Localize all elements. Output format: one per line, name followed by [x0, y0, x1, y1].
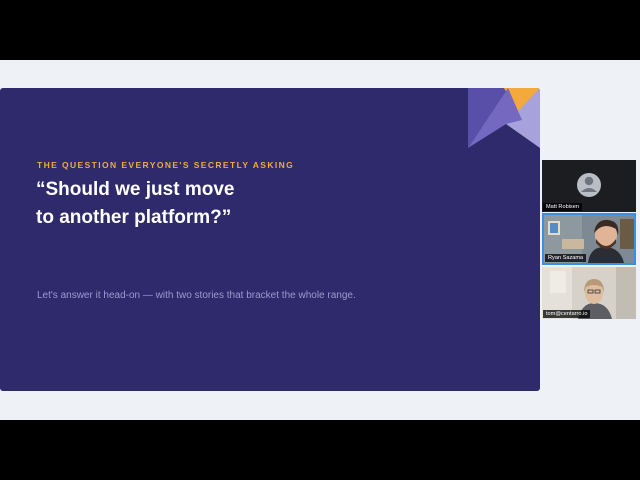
participant-tile-tom[interactable]: tom@centarro.io [542, 267, 636, 319]
participant-tile-matt[interactable]: Matt Robisen [542, 160, 636, 212]
participant-name: Ryan Sazama [545, 254, 587, 262]
slide-eyebrow: THE QUESTION EVERYONE'S SECRETLY ASKING [37, 160, 295, 170]
headline-line-1: “Should we just move [36, 179, 235, 200]
participant-tile-ryan[interactable]: Ryan Sazama [542, 213, 636, 265]
headline-line-2: to another platform?” [36, 207, 232, 228]
slide-subtext: Let's answer it head-on — with two stori… [37, 290, 356, 301]
participant-name: tom@centarro.io [543, 310, 591, 318]
presentation-slide: THE QUESTION EVERYONE'S SECRETLY ASKING … [0, 88, 540, 391]
meeting-stage: THE QUESTION EVERYONE'S SECRETLY ASKING … [0, 60, 640, 420]
participant-name: Matt Robisen [543, 203, 582, 211]
slide-headline: “Should we just move to another platform… [36, 176, 396, 232]
corner-triangles-decoration [468, 88, 540, 148]
